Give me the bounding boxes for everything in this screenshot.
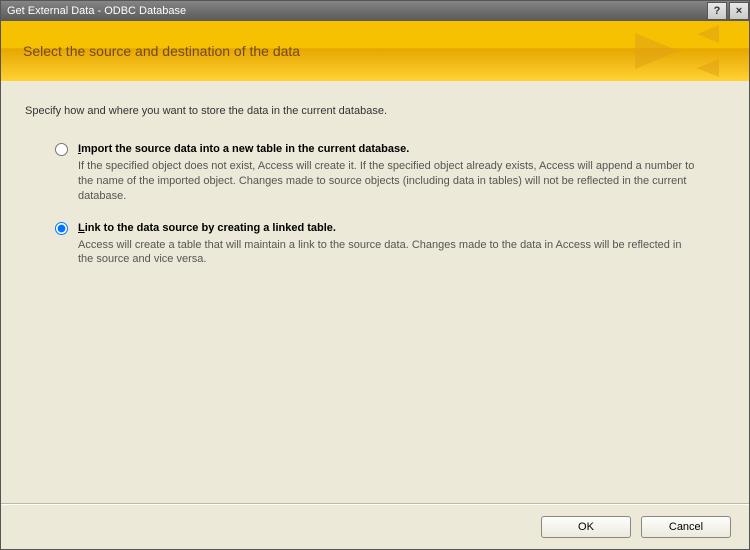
header-arrow-graphic: [529, 21, 739, 81]
radio-import[interactable]: [55, 143, 68, 156]
footer: OK Cancel: [1, 503, 749, 549]
radio-link[interactable]: [55, 222, 68, 235]
ok-button[interactable]: OK: [541, 516, 631, 538]
titlebar: Get External Data - ODBC Database ? ×: [1, 1, 749, 21]
cancel-button[interactable]: Cancel: [641, 516, 731, 538]
dialog-window: Get External Data - ODBC Database ? × Se…: [0, 0, 750, 550]
option-import[interactable]: Import the source data into a new table …: [25, 143, 725, 204]
window-title: Get External Data - ODBC Database: [7, 5, 705, 17]
option-import-title: Import the source data into a new table …: [78, 143, 698, 155]
close-button[interactable]: ×: [729, 2, 749, 20]
content-area: Specify how and where you want to store …: [1, 81, 749, 503]
header-heading: Select the source and destination of the…: [1, 43, 300, 59]
option-link[interactable]: Link to the data source by creating a li…: [25, 222, 725, 268]
option-import-desc: If the specified object does not exist, …: [78, 159, 698, 204]
help-button[interactable]: ?: [707, 2, 727, 20]
option-link-desc: Access will create a table that will mai…: [78, 238, 698, 268]
header-band: Select the source and destination of the…: [1, 21, 749, 81]
option-link-title: Link to the data source by creating a li…: [78, 222, 698, 234]
intro-text: Specify how and where you want to store …: [25, 105, 725, 117]
titlebar-controls: ? ×: [705, 2, 749, 20]
